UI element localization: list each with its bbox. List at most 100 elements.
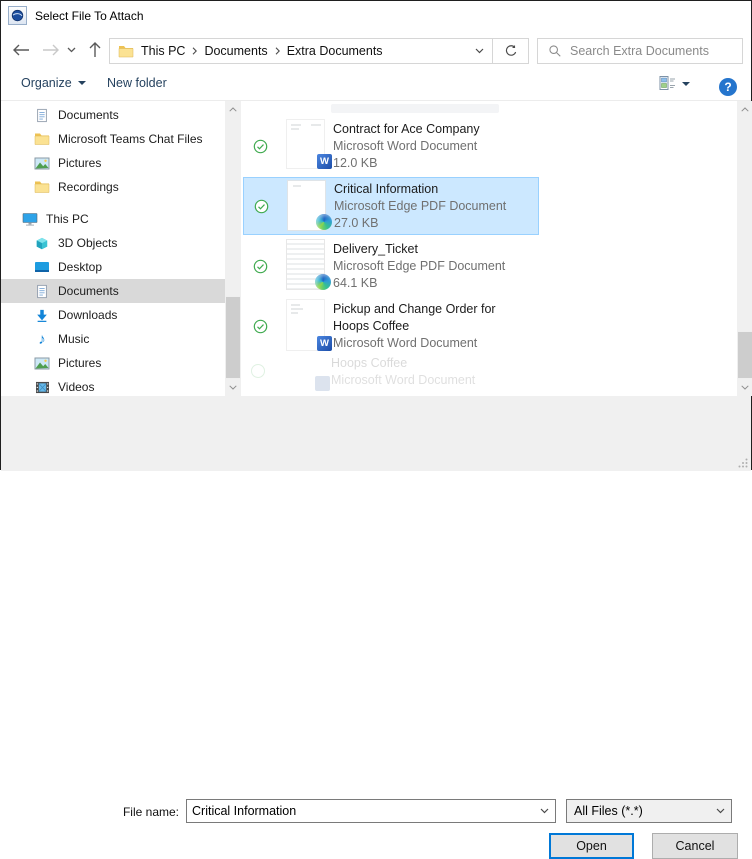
sidebar-item-label: This PC [46, 212, 89, 226]
file-type-value: All Files (*.*) [574, 804, 643, 818]
file-name: Pickup and Change Order for Hoops Coffee [333, 302, 496, 333]
ghost-file-name: Hoops Coffee [331, 356, 408, 370]
sidebar-item-music[interactable]: ♪ Music [1, 327, 225, 351]
sidebar-item-downloads[interactable]: Downloads [1, 303, 225, 327]
new-folder-button[interactable]: New folder [107, 76, 167, 90]
help-button[interactable]: ? [719, 78, 737, 96]
sidebar-item-3d-objects[interactable]: 3D Objects [1, 231, 225, 255]
file-item-critical-information[interactable]: Critical Information Microsoft Edge PDF … [243, 177, 539, 235]
file-name: Delivery_Ticket [333, 242, 418, 256]
file-list-scrollbar[interactable] [737, 101, 752, 396]
file-type: Microsoft Edge PDF Document [334, 199, 507, 213]
sync-status-check-icon [251, 364, 265, 378]
file-type: Microsoft Word Document [333, 336, 478, 350]
file-item-contract-for-ace-company[interactable]: W Contract for Ace Company Microsoft Wor… [243, 118, 539, 175]
up-button[interactable] [83, 39, 107, 61]
resize-grip[interactable] [738, 458, 748, 468]
sync-status-check-icon [253, 259, 268, 274]
back-button[interactable] [9, 39, 33, 61]
organize-label: Organize [21, 76, 72, 90]
file-name-label: File name: [122, 805, 179, 819]
scroll-up-icon[interactable] [737, 101, 752, 118]
sidebar-item-documents-selected[interactable]: Documents [1, 279, 225, 303]
file-size: 12.0 KB [333, 156, 378, 170]
desktop-icon [34, 259, 50, 275]
sidebar-item-desktop[interactable]: Desktop [1, 255, 225, 279]
sidebar-item-label: Documents [58, 108, 119, 122]
search-box[interactable] [537, 38, 743, 64]
chevron-down-icon [475, 48, 483, 54]
refresh-button[interactable] [492, 39, 528, 63]
breadcrumb-documents[interactable]: Documents [204, 44, 267, 58]
window-title: Select File To Attach [35, 9, 144, 23]
cube-icon [34, 235, 50, 251]
open-button[interactable]: Open [549, 833, 634, 859]
edge-file-icon [316, 214, 332, 230]
file-size: 27.0 KB [334, 216, 379, 230]
search-icon [549, 45, 561, 57]
folder-icon [34, 131, 50, 147]
download-arrow-icon [34, 307, 50, 323]
sidebar-item-label: Pictures [58, 356, 102, 370]
file-name-input[interactable] [187, 804, 533, 818]
sidebar-item-documents[interactable]: Documents [1, 103, 225, 127]
file-item-delivery-ticket[interactable]: Delivery_Ticket Microsoft Edge PDF Docum… [243, 238, 539, 295]
address-dropdown-button[interactable] [466, 39, 492, 63]
scroll-up-icon[interactable] [225, 101, 241, 118]
sidebar-item-teams-chat-files[interactable]: Microsoft Teams Chat Files [1, 127, 225, 151]
sidebar-item-label: Pictures [58, 156, 102, 170]
search-input[interactable] [570, 44, 742, 58]
file-type-select[interactable]: All Files (*.*) [566, 799, 732, 823]
word-file-icon: W [317, 336, 332, 351]
address-bar[interactable]: This PC Documents Extra Documents [109, 38, 529, 64]
file-type-dropdown-button[interactable] [709, 800, 731, 822]
folder-icon [118, 46, 134, 58]
scrollbar-thumb[interactable] [225, 296, 241, 379]
faded-scroll-artifact-top [331, 104, 499, 113]
scrollbar-thumb[interactable] [737, 331, 752, 379]
sidebar-item-this-pc[interactable]: This PC [1, 207, 225, 231]
caret-down-icon [77, 81, 86, 85]
file-size: 64.1 KB [333, 276, 378, 290]
forward-arrow-icon [43, 44, 59, 56]
file-name-combobox[interactable] [186, 799, 556, 823]
file-name: Critical Information [334, 182, 439, 196]
sidebar-item-label: Downloads [58, 308, 118, 322]
scroll-down-icon[interactable] [225, 379, 241, 396]
word-file-icon [315, 376, 330, 391]
sidebar-item-pictures[interactable]: Pictures [1, 151, 225, 175]
recent-locations-button[interactable] [63, 39, 79, 61]
sidebar-scrollbar[interactable] [225, 101, 241, 396]
chevron-down-icon [67, 47, 75, 53]
file-name-dropdown-button[interactable] [533, 800, 555, 822]
change-view-button[interactable] [659, 75, 690, 92]
file-type: Microsoft Word Document [333, 139, 478, 153]
view-options-icon [659, 76, 675, 90]
breadcrumb-extra-documents[interactable]: Extra Documents [287, 44, 383, 58]
caret-down-icon [682, 81, 690, 86]
sidebar-item-recordings[interactable]: Recordings [1, 175, 225, 199]
file-item-pickup-and-change-order[interactable]: W Pickup and Change Order for Hoops Coff… [243, 298, 539, 354]
dialog-footer: File name: All Files (*.*) Open Cancel [1, 396, 751, 859]
sidebar-item-label: Music [58, 332, 90, 346]
sidebar-item-pictures-2[interactable]: Pictures [1, 351, 225, 375]
breadcrumb-this-pc[interactable]: This PC [141, 44, 185, 58]
document-icon [34, 107, 50, 123]
new-folder-label: New folder [107, 76, 167, 90]
cancel-button[interactable]: Cancel [652, 833, 738, 859]
file-dialog-window: Select File To Attach This PC Documents … [0, 0, 752, 859]
file-name: Contract for Ace Company [333, 122, 480, 136]
computer-icon [22, 211, 38, 227]
organize-menu-button[interactable]: Organize [21, 76, 86, 90]
up-arrow-icon [89, 42, 101, 57]
sidebar-item-label: Videos [58, 380, 95, 394]
command-toolbar: Organize New folder [1, 67, 751, 101]
pictures-icon [34, 155, 50, 171]
forward-button[interactable] [39, 39, 63, 61]
pictures-icon [34, 355, 50, 371]
document-icon [34, 283, 50, 299]
scroll-down-icon[interactable] [737, 379, 752, 396]
word-file-icon: W [317, 154, 332, 169]
sidebar-item-videos[interactable]: Videos [1, 375, 225, 396]
sidebar-item-label: 3D Objects [58, 236, 118, 250]
